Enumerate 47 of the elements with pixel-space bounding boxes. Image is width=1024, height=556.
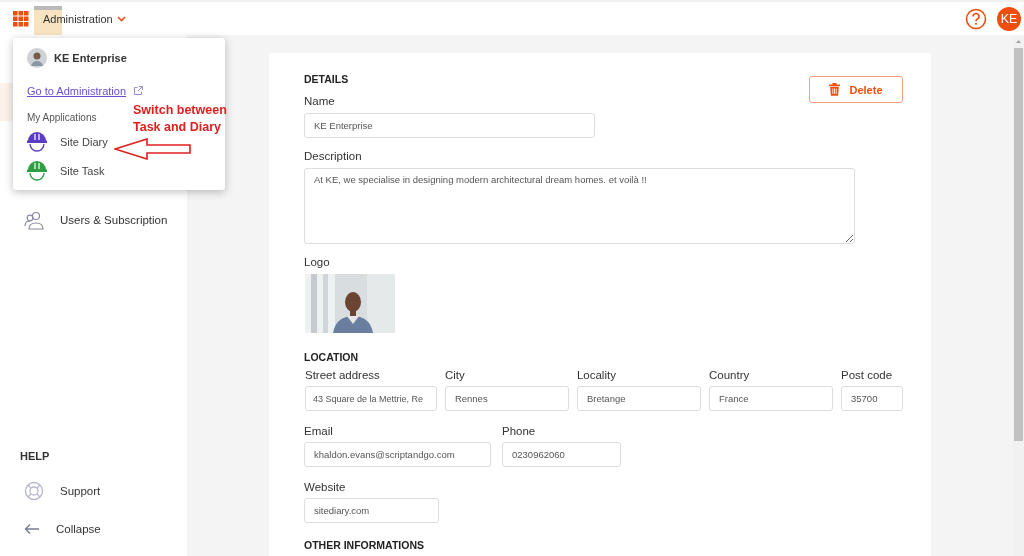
website-field[interactable]: sitediary.com — [304, 498, 439, 523]
section-heading: HELP — [19, 450, 51, 462]
users-icon — [24, 210, 44, 230]
trash-icon — [829, 83, 841, 96]
description-field[interactable]: At KE, we specialise in designing modern architectural dream homes. et voilà !! — [304, 168, 855, 244]
sidebar-item[interactable]: Support — [0, 472, 187, 510]
delete-button[interactable]: Delete — [809, 76, 903, 103]
text-field[interactable]: khaldon.evans@scriptandgo.com — [304, 442, 491, 467]
text-field[interactable]: France — [708, 386, 833, 411]
field-label: Logo — [304, 256, 331, 268]
text-field[interactable]: 0230962060 — [502, 442, 621, 467]
field-label: Phone — [502, 425, 537, 437]
help-icon[interactable] — [965, 7, 987, 30]
field-label: Country — [708, 369, 751, 381]
sidebar-item[interactable]: Users & Subscription — [0, 209, 187, 231]
application-item[interactable]: Site Diary — [27, 127, 108, 156]
external-link-icon — [133, 86, 143, 95]
text-field[interactable]: 35700 — [841, 386, 903, 411]
text-field[interactable]: 43 Square de la Mettrie, Re — [305, 386, 437, 411]
app-menu[interactable]: Administration — [43, 12, 126, 25]
field-label: Street address — [305, 369, 381, 381]
field-label: Email — [304, 425, 334, 437]
caret-icon — [116, 15, 126, 22]
field-label: Website — [304, 481, 347, 493]
active-item-highlight — [0, 83, 14, 121]
name-field[interactable]: KE Enterprise — [304, 113, 595, 138]
section-heading: My Applications — [27, 112, 98, 123]
field-label: Name — [304, 95, 336, 107]
section-heading: DETAILS — [304, 73, 350, 85]
sidebar-item[interactable]: Collapse — [0, 510, 187, 548]
annotation-text: Switch between Task and Diary — [133, 102, 227, 136]
user-avatar[interactable]: KE — [997, 6, 1021, 31]
administration-link[interactable]: Go to Administration — [27, 85, 127, 97]
text-field[interactable]: Bretange — [576, 386, 701, 411]
field-label: City — [444, 369, 466, 381]
organization-name: KE Enterprise — [54, 52, 127, 64]
arrow-left-icon — [24, 523, 40, 535]
field-label: Post code — [841, 369, 894, 381]
field-label: Locality — [576, 369, 617, 381]
avatar-icon — [27, 48, 47, 68]
text-field[interactable]: Rennes — [444, 386, 569, 411]
lifebuoy-icon — [24, 481, 44, 501]
application-item[interactable]: Site Task — [27, 156, 105, 185]
app-grid-icon[interactable] — [13, 10, 29, 27]
section-heading: LOCATION — [304, 351, 360, 363]
section-heading: OTHER INFORMATIONS — [304, 539, 425, 551]
field-label: Description — [304, 150, 363, 162]
